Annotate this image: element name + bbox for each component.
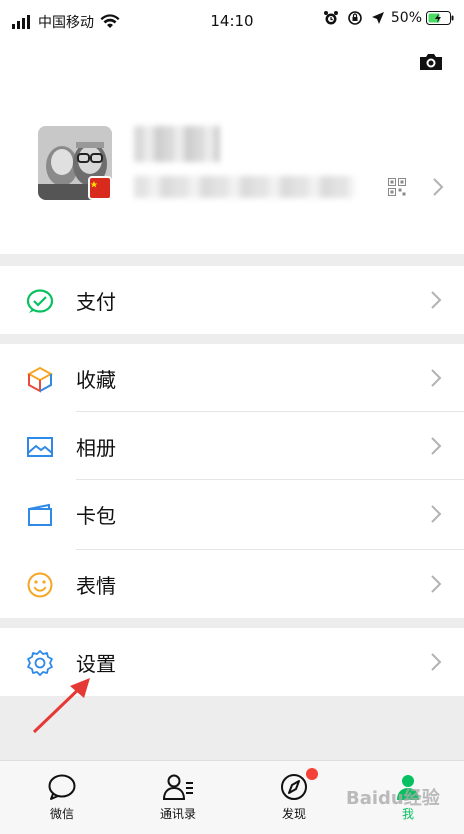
menu-item-cards[interactable]: 卡包: [0, 480, 464, 548]
alarm-icon: [323, 11, 338, 25]
chevron-right-icon: [431, 291, 442, 309]
smiley-icon: [27, 572, 53, 598]
menu-label-album: 相册: [76, 436, 116, 460]
chevron-right-icon: [431, 653, 442, 671]
qr-code-icon[interactable]: [388, 178, 406, 196]
chat-bubble-icon: [48, 774, 76, 800]
red-arrow-icon: [32, 678, 90, 734]
menu-item-pay[interactable]: 支付: [0, 266, 464, 334]
menu-item-stickers[interactable]: 表情: [0, 550, 464, 618]
notification-badge: [306, 768, 318, 780]
battery-percent: 50%: [390, 10, 422, 26]
tab-chats[interactable]: 微信: [22, 773, 102, 822]
gear-icon: [27, 650, 53, 676]
chevron-right-icon: [431, 505, 442, 523]
cube-icon: [26, 366, 54, 393]
camera-icon[interactable]: [418, 52, 444, 72]
contacts-icon: [162, 774, 193, 800]
tab-discover[interactable]: 发现: [254, 773, 334, 822]
profile-chevron-icon[interactable]: [432, 177, 444, 197]
menu-label-favorites: 收藏: [76, 368, 116, 392]
wallet-check-icon: [26, 289, 54, 313]
tab-contacts[interactable]: 通讯录: [138, 773, 218, 822]
image-icon: [27, 437, 53, 457]
menu-item-album[interactable]: 相册: [0, 412, 464, 480]
menu-item-favorites[interactable]: 收藏: [0, 344, 464, 412]
menu-label-settings: 设置: [76, 652, 116, 676]
tab-label-chats: 微信: [49, 807, 74, 821]
location-icon: [371, 12, 384, 24]
card-wallet-icon: [28, 503, 52, 526]
section-gap: [0, 618, 464, 628]
watermark: Baidu经验: [346, 788, 440, 809]
account-id-blurred: [134, 176, 354, 198]
menu-label-pay: 支付: [76, 290, 116, 314]
chevron-right-icon: [431, 575, 442, 593]
status-bar: 中国移动 14:10 50%: [0, 0, 464, 44]
region-flag-icon: [88, 176, 112, 200]
menu-label-cards: 卡包: [76, 504, 116, 528]
tab-label-discover: 发现: [281, 807, 306, 821]
chevron-right-icon: [431, 369, 442, 387]
section-gap: [0, 334, 464, 344]
tab-label-contacts: 通讯录: [159, 807, 196, 821]
section-gap: [0, 254, 464, 266]
nickname-blurred: [134, 126, 220, 162]
menu-label-stickers: 表情: [76, 574, 116, 598]
compass-icon: [281, 774, 307, 800]
status-right: 50%: [323, 10, 454, 26]
battery-icon: [426, 11, 454, 25]
chevron-right-icon: [431, 437, 442, 455]
rotation-lock-icon: [348, 11, 362, 25]
